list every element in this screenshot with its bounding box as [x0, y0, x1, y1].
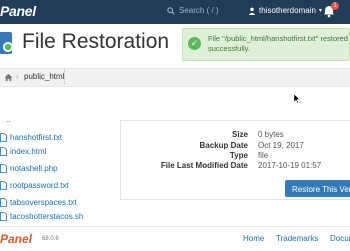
file-item[interactable]: tacoshotterstacos.sh [0, 212, 120, 222]
breadcrumb: › public_html › [0, 68, 350, 87]
file-item[interactable]: notashell.php [0, 161, 120, 175]
version-label: 68.0.6 [42, 236, 59, 242]
file-restoration-icon [0, 32, 13, 54]
file-name[interactable]: tacoshotterstacos.sh [10, 212, 83, 221]
username-label: thisotherdomain [259, 6, 316, 15]
breadcrumb-separator: › [58, 72, 61, 81]
top-navigation-bar: Panel Search ( / ) thisotherdomain ▾ 1 [0, 0, 350, 24]
home-icon[interactable] [4, 73, 13, 82]
file-icon [0, 197, 7, 207]
breadcrumb-divider [64, 69, 65, 84]
search-icon [167, 6, 175, 15]
detail-value: file [258, 151, 269, 160]
restore-this-version-button[interactable]: Restore This Version [285, 180, 350, 197]
detail-row-modified-date: File Last Modified Date 2017-10-19 01:57 [121, 161, 350, 171]
file-icon [0, 163, 7, 173]
search-placeholder[interactable]: Search ( / ) [179, 6, 219, 15]
alert-message: File "/public_html/hanshotfirst.txt" res… [208, 34, 348, 53]
detail-label: Type [229, 151, 248, 160]
notification-count-badge: 1 [331, 2, 339, 10]
file-item[interactable]: rootpassword.txt [0, 178, 120, 192]
file-name[interactable]: rootpassword.txt [10, 181, 69, 190]
detail-row-backup-date: Backup Date Oct 19, 2017 [121, 141, 350, 151]
footer-link-documentation[interactable]: Documentation [330, 234, 350, 243]
file-item[interactable]: hanshotfirst.txt [0, 130, 120, 144]
parent-directory-link[interactable]: .. [6, 115, 10, 124]
breadcrumb-separator: › [16, 72, 19, 81]
restore-button-clip: Restore This Version [285, 180, 350, 197]
detail-value: Oct 19, 2017 [258, 141, 304, 150]
user-menu[interactable]: thisotherdomain ▾ [248, 6, 322, 15]
file-name[interactable]: hanshotfirst.txt [10, 133, 62, 142]
footer-link-home[interactable]: Home [243, 234, 264, 243]
detail-label: Size [231, 130, 248, 139]
page-title: File Restoration [22, 30, 170, 53]
file-item[interactable]: tabsoverspaces.txt [0, 195, 120, 209]
user-icon [248, 7, 256, 15]
success-alert: ✓ File "/public_html/hanshotfirst.txt" r… [182, 28, 350, 61]
mouse-cursor-icon [294, 94, 300, 103]
file-icon [0, 146, 7, 156]
footer-link-trademarks[interactable]: Trademarks [276, 234, 318, 243]
detail-label: Backup Date [199, 141, 248, 150]
file-name[interactable]: tabsoverspaces.txt [10, 198, 77, 207]
footer: Panel 68.0.6 Home Trademarks Documentati… [0, 226, 350, 251]
detail-value: 2017-10-19 01:57 [258, 161, 322, 170]
cpanel-logo[interactable]: Panel [0, 3, 36, 19]
detail-label: File Last Modified Date [160, 161, 248, 170]
file-icon [0, 180, 7, 190]
file-name[interactable]: notashell.php [10, 164, 58, 173]
file-icon [0, 132, 7, 142]
detail-value: 0 bytes [258, 130, 284, 139]
search-box[interactable]: Search ( / ) [167, 6, 219, 15]
footer-cpanel-logo: Panel [0, 232, 33, 246]
checkmark-icon: ✓ [188, 37, 201, 50]
detail-row-type: Type file [121, 151, 350, 161]
detail-row-size: Size 0 bytes [121, 130, 350, 140]
file-item[interactable]: index.html [0, 144, 120, 158]
file-icon [0, 212, 7, 221]
file-name[interactable]: index.html [10, 147, 46, 156]
